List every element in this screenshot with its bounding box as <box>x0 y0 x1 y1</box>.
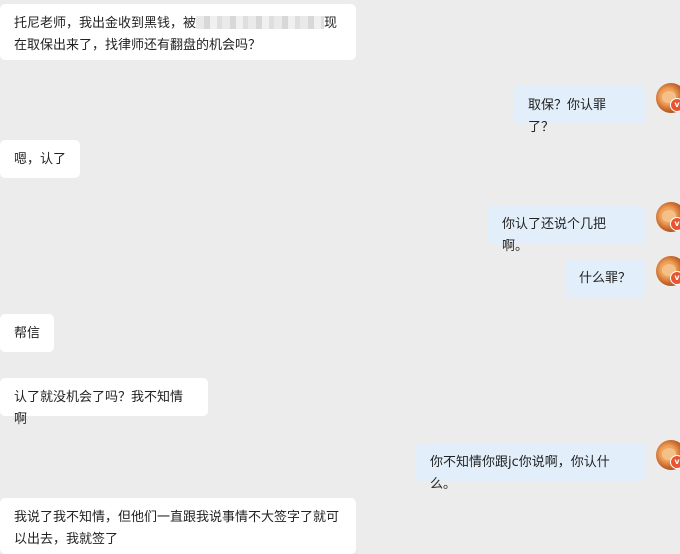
message-text: 嗯，认了 <box>14 152 67 167</box>
message-bubble-incoming: 托尼老师，我出金收到黑钱，被 现 在取保出来了，找律师还有翻盘的机会吗？ <box>0 4 356 60</box>
message-text: 你认了还说个几把啊。 <box>502 217 607 254</box>
message-bubble-outgoing: 取保？你认罪了？ <box>514 86 645 135</box>
message-text: 帮信 <box>14 326 41 341</box>
verified-v-badge-icon: v <box>670 217 680 231</box>
message-bubble-incoming: 认了就没机会了吗？我不知情啊 <box>0 378 208 427</box>
message-bubble-incoming: 我说了我不知情，但他们一直跟我说事情不大签字了就可 以出去，我就签了 <box>0 498 356 554</box>
message-text-line: 我说了我不知情，但他们一直跟我说事情不大签字了就可 <box>14 510 340 525</box>
message-bubble-incoming: 嗯，认了 <box>0 140 80 178</box>
message-text: 认了就没机会了吗？我不知情啊 <box>14 390 184 427</box>
message-text-line: 以出去，我就签了 <box>14 532 119 547</box>
message-text: 现 <box>324 16 338 31</box>
message-bubble-outgoing: 什么罪？ <box>565 259 645 297</box>
verified-v-badge-icon: v <box>670 98 680 112</box>
verified-v-badge-icon: v <box>670 455 680 469</box>
message-text: 取保？你认罪了？ <box>528 98 607 135</box>
message-text: 你不知情你跟jc你说啊，你认什么。 <box>430 455 610 492</box>
message-text: 托尼老师，我出金收到黑钱，被 <box>14 16 197 31</box>
verified-v-badge-icon: v <box>670 271 680 285</box>
message-bubble-outgoing: 你不知情你跟jc你说啊，你认什么。 <box>416 443 645 492</box>
message-text: 什么罪？ <box>579 271 632 286</box>
message-bubble-outgoing: 你认了还说个几把啊。 <box>488 205 645 254</box>
message-text-line: 托尼老师，我出金收到黑钱，被 现 <box>14 13 342 35</box>
redacted-text-blur <box>196 16 325 29</box>
message-text-line: 在取保出来了，找律师还有翻盘的机会吗？ <box>14 38 262 53</box>
message-bubble-incoming: 帮信 <box>0 314 54 352</box>
